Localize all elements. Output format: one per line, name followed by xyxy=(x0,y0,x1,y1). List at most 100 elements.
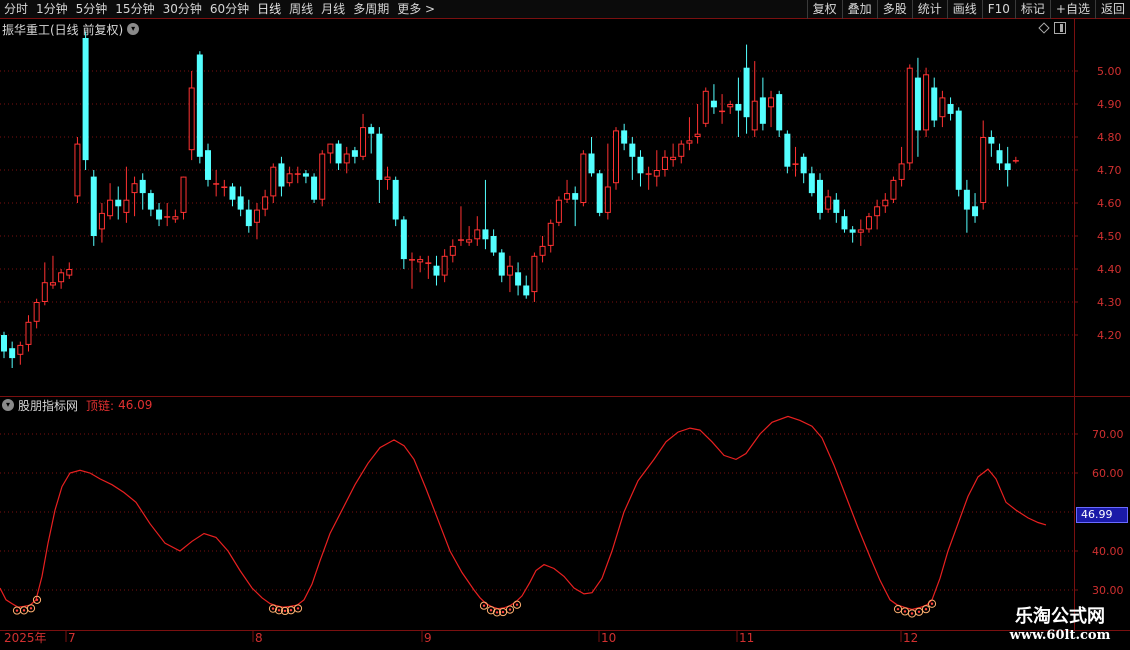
signal-marker xyxy=(914,607,924,616)
tab-15min[interactable]: 15分钟 xyxy=(111,0,158,19)
candle xyxy=(49,255,56,289)
candle-body xyxy=(808,173,815,194)
candle xyxy=(343,146,350,174)
candle xyxy=(433,255,440,286)
indicator-tick-label: 70.00 xyxy=(1092,428,1124,441)
candle-body xyxy=(955,110,962,190)
candle xyxy=(311,173,318,203)
candle xyxy=(123,166,130,223)
date-tick-label: 11 xyxy=(739,631,754,645)
candle xyxy=(580,150,587,207)
candle-body xyxy=(474,229,481,240)
candle xyxy=(947,97,954,121)
candle xyxy=(678,140,685,164)
candle xyxy=(294,166,301,184)
candle xyxy=(629,137,636,180)
indicator-tick-label: 30.00 xyxy=(1092,584,1124,597)
signal-marker xyxy=(921,605,931,614)
candle xyxy=(409,252,415,289)
candle-body xyxy=(980,137,987,203)
candle xyxy=(139,173,146,210)
tab-5min[interactable]: 5分钟 xyxy=(72,0,112,19)
candle xyxy=(74,137,81,203)
candle xyxy=(702,87,709,128)
candle-body xyxy=(1004,163,1011,170)
signal-marker-dot xyxy=(277,609,281,612)
add-favorite-button[interactable]: +自选 xyxy=(1049,0,1095,19)
candle xyxy=(237,186,244,217)
tab-monthly[interactable]: 月线 xyxy=(317,0,349,19)
tab-multi-period[interactable]: 多周期 xyxy=(349,0,393,19)
candle xyxy=(368,123,375,154)
chevron-down-icon[interactable]: ▾ xyxy=(2,399,14,411)
candle-body xyxy=(523,285,530,296)
signal-marker-dot xyxy=(910,612,914,615)
mark-button[interactable]: 标记 xyxy=(1014,0,1050,19)
signal-marker-dot xyxy=(917,610,921,613)
f10-button[interactable]: F10 xyxy=(981,0,1015,19)
statistics-button[interactable]: 统计 xyxy=(911,0,947,19)
candle xyxy=(735,77,742,137)
tab-daily[interactable]: 日线 xyxy=(253,0,285,19)
adjust-button[interactable]: 复权 xyxy=(806,0,842,19)
candle xyxy=(221,179,228,197)
candle xyxy=(523,275,530,299)
candle xyxy=(890,176,897,203)
candle-body xyxy=(743,67,750,118)
candle-body xyxy=(776,94,783,131)
candle-body xyxy=(865,216,872,230)
signal-marker xyxy=(927,599,937,608)
candle-body xyxy=(156,209,163,220)
candle xyxy=(172,209,179,223)
candle-body xyxy=(555,199,562,223)
candle xyxy=(506,255,513,293)
candle-body xyxy=(833,199,840,213)
candle xyxy=(906,64,913,170)
chart-canvas[interactable]: 5.00 4.90 4.80 4.70 4.60 4.50 4.40 4.30 4.20 70.0… xyxy=(0,19,1130,650)
back-button[interactable]: 返回 xyxy=(1094,0,1130,19)
candle xyxy=(784,130,791,174)
panel-toggle-icon[interactable] xyxy=(1054,22,1066,34)
candle-body xyxy=(319,153,326,200)
candle xyxy=(939,90,946,128)
candle-body xyxy=(506,265,513,276)
candle xyxy=(302,170,309,184)
candle xyxy=(351,146,358,164)
indicator-series xyxy=(0,415,1047,618)
draw-line-button[interactable]: 画线 xyxy=(946,0,982,19)
candle xyxy=(515,262,522,296)
tab-60min[interactable]: 60分钟 xyxy=(206,0,253,19)
candle xyxy=(17,341,24,365)
candle xyxy=(914,57,921,157)
candle xyxy=(800,153,807,184)
indicator-line xyxy=(0,415,1047,611)
candle xyxy=(245,199,252,233)
candle-body xyxy=(996,150,1003,164)
diamond-icon[interactable] xyxy=(1038,22,1050,34)
overlay-button[interactable]: 叠加 xyxy=(841,0,877,19)
candle-body xyxy=(294,173,301,175)
tab-1min[interactable]: 1分钟 xyxy=(32,0,72,19)
multi-stock-button[interactable]: 多股 xyxy=(876,0,912,19)
candle-body xyxy=(613,130,619,184)
indicator-label: 顶链: xyxy=(86,398,115,413)
candle xyxy=(180,176,187,220)
tab-weekly[interactable]: 周线 xyxy=(285,0,317,19)
signal-marker xyxy=(893,605,903,614)
tab-30min[interactable]: 30分钟 xyxy=(159,0,206,19)
candle xyxy=(417,255,424,273)
candle-body xyxy=(874,206,881,217)
candle-body xyxy=(433,265,440,276)
signal-marker xyxy=(19,606,29,615)
candle-body xyxy=(784,133,791,167)
candle xyxy=(604,143,611,220)
tab-timeshare[interactable]: 分时 xyxy=(0,0,32,19)
tab-more[interactable]: 更多 > xyxy=(393,0,439,19)
candle-body xyxy=(678,143,685,157)
candle-body xyxy=(74,143,81,197)
candle xyxy=(898,146,905,187)
candle-body xyxy=(311,176,318,200)
chevron-down-icon[interactable]: ▾ xyxy=(127,23,140,35)
candle-body xyxy=(286,173,293,184)
candle-body xyxy=(857,229,864,233)
